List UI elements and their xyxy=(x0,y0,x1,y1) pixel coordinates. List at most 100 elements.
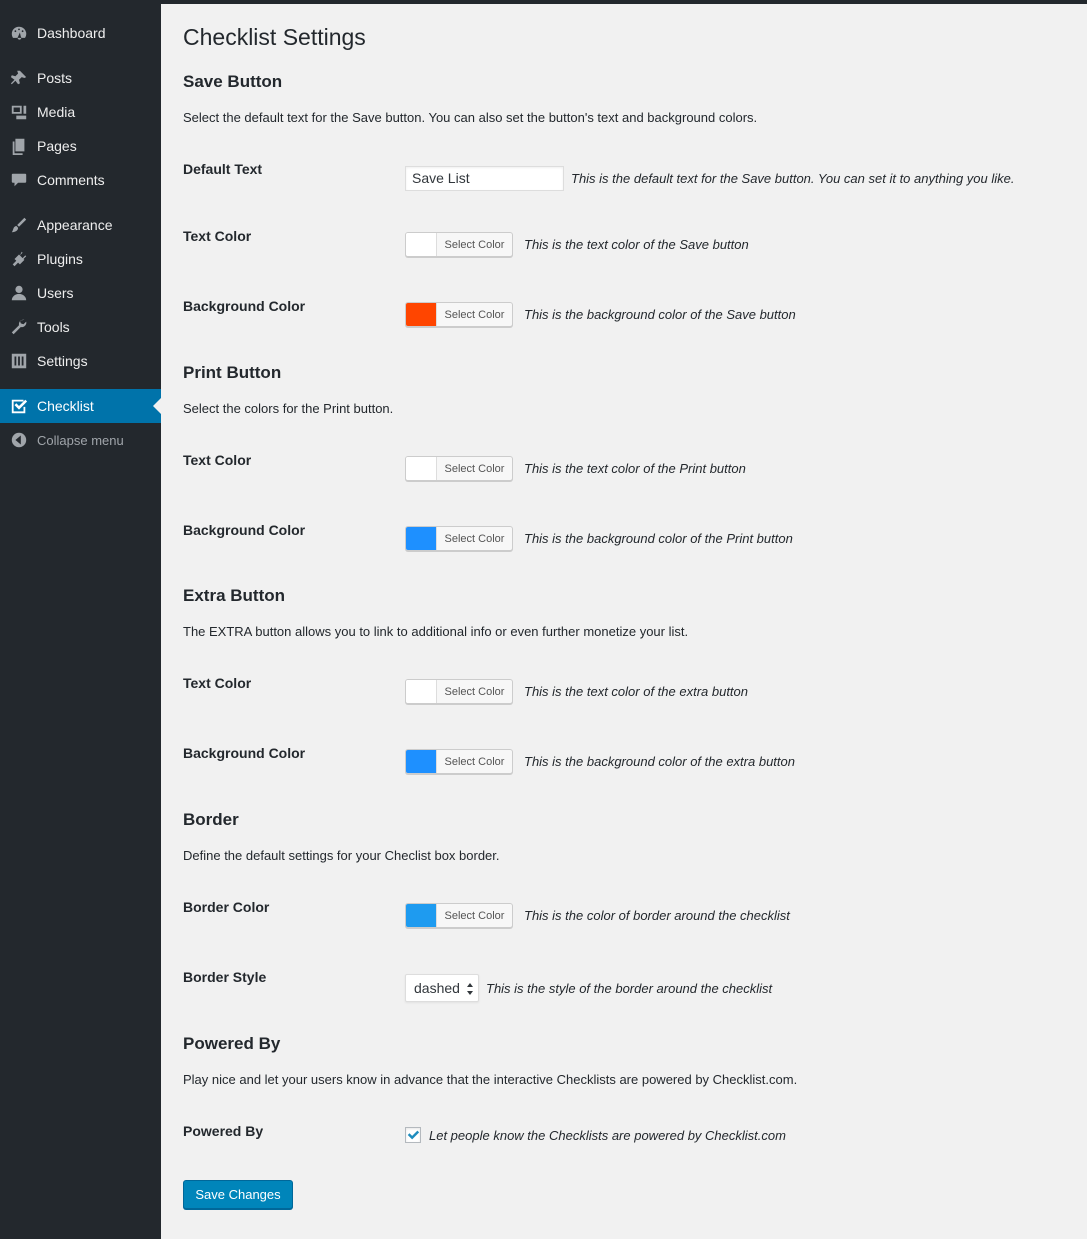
select-color-label: Select Color xyxy=(444,238,505,251)
print-bg-color-hint: This is the background color of the Prin… xyxy=(524,531,793,546)
default-text-row: Save List This is the default text for t… xyxy=(405,166,1014,191)
powered-by-checkbox[interactable] xyxy=(405,1127,421,1143)
save-text-color-picker[interactable]: Select Color xyxy=(405,232,513,257)
print-text-color-row: Select Color This is the text color of t… xyxy=(405,456,746,481)
sidebar-item-tools[interactable]: Tools xyxy=(0,310,161,344)
powered-by-section-heading: Powered By xyxy=(183,1034,281,1053)
sidebar-item-label: Checklist xyxy=(37,398,94,414)
select-color-label: Select Color xyxy=(444,462,505,475)
color-swatch xyxy=(406,303,437,326)
comment-icon xyxy=(10,171,28,189)
color-swatch xyxy=(406,527,437,550)
border-style-label: Border Style xyxy=(183,969,267,985)
sidebar-item-label: Collapse menu xyxy=(37,432,124,448)
default-text-label: Default Text xyxy=(183,161,263,177)
select-updown-icon xyxy=(467,983,473,995)
print-text-color-label: Text Color xyxy=(183,452,252,468)
powered-by-hint: Let people know the Checklists are power… xyxy=(429,1127,786,1143)
page-title: Checklist Settings xyxy=(183,24,366,50)
collapse-menu-button[interactable]: Collapse menu xyxy=(0,423,161,457)
default-text-input[interactable]: Save List xyxy=(405,166,564,191)
sidebar-item-label: Comments xyxy=(37,172,105,188)
border-color-label: Border Color xyxy=(183,899,270,915)
extra-text-color-hint: This is the text color of the extra butt… xyxy=(524,684,749,699)
sidebar-item-pages[interactable]: Pages xyxy=(0,129,161,163)
print-bg-color-row: Select Color This is the background colo… xyxy=(405,526,793,551)
select-color-label: Select Color xyxy=(444,308,505,321)
user-icon xyxy=(10,284,28,302)
color-swatch xyxy=(406,750,437,773)
border-color-picker[interactable]: Select Color xyxy=(405,903,513,928)
pin-icon xyxy=(10,69,28,87)
settings-form: Checklist Settings Save Button Select th… xyxy=(183,0,1073,1239)
color-swatch xyxy=(406,233,437,256)
admin-sidebar: Dashboard Posts Media Pages Comments App… xyxy=(0,0,161,1239)
print-bg-color-label: Background Color xyxy=(183,522,306,538)
brush-icon xyxy=(10,216,28,234)
extra-button-section-heading: Extra Button xyxy=(183,586,285,605)
sidebar-item-appearance[interactable]: Appearance xyxy=(0,208,161,242)
sliders-icon xyxy=(10,352,28,370)
select-color-label: Select Color xyxy=(444,755,505,768)
border-style-hint: This is the style of the border around t… xyxy=(486,980,773,996)
sidebar-lower xyxy=(0,465,161,1239)
print-text-color-picker[interactable]: Select Color xyxy=(405,456,513,481)
color-swatch xyxy=(406,457,437,480)
save-text-color-row: Select Color This is the text color of t… xyxy=(405,232,749,257)
select-color-label: Select Color xyxy=(444,532,505,545)
extra-text-color-label: Text Color xyxy=(183,675,252,691)
sidebar-item-media[interactable]: Media xyxy=(0,95,161,129)
sidebar-item-settings[interactable]: Settings xyxy=(0,344,161,378)
sidebar-item-label: Settings xyxy=(37,353,88,369)
border-style-select[interactable]: dashed xyxy=(405,974,479,1002)
border-color-hint: This is the color of border around the c… xyxy=(524,908,790,923)
checkbox-icon xyxy=(10,397,28,415)
sidebar-item-label: Dashboard xyxy=(37,25,106,41)
print-bg-color-picker[interactable]: Select Color xyxy=(405,526,513,551)
sidebar-item-dashboard[interactable]: Dashboard xyxy=(0,16,161,50)
powered-by-row: Let people know the Checklists are power… xyxy=(405,1127,786,1143)
sidebar-item-users[interactable]: Users xyxy=(0,276,161,310)
sidebar-item-plugins[interactable]: Plugins xyxy=(0,242,161,276)
print-section-description: Select the colors for the Print button. xyxy=(183,401,394,416)
select-color-label: Select Color xyxy=(444,685,505,698)
sidebar-item-label: Plugins xyxy=(37,251,83,267)
extra-bg-color-label: Background Color xyxy=(183,745,306,761)
save-bg-color-hint: This is the background color of the Save… xyxy=(524,307,796,322)
media-icon xyxy=(10,103,28,121)
powered-by-label: Powered By xyxy=(183,1123,264,1139)
extra-text-color-row: Select Color This is the text color of t… xyxy=(405,679,748,704)
sidebar-item-label: Users xyxy=(37,285,74,301)
pages-icon xyxy=(10,137,28,155)
border-section-heading: Border xyxy=(183,810,239,829)
color-swatch xyxy=(406,904,437,927)
dashboard-icon xyxy=(10,24,28,42)
border-section-description: Define the default settings for your Che… xyxy=(183,848,500,863)
save-changes-button[interactable]: Save Changes xyxy=(183,1180,293,1209)
print-text-color-hint: This is the text color of the Print butt… xyxy=(524,461,746,476)
collapse-icon xyxy=(10,431,28,449)
print-button-section-heading: Print Button xyxy=(183,363,282,382)
extra-bg-color-picker[interactable]: Select Color xyxy=(405,749,513,774)
sidebar-item-checklist[interactable]: Checklist xyxy=(0,389,161,423)
border-color-row: Select Color This is the color of border… xyxy=(405,903,790,928)
save-bg-color-picker[interactable]: Select Color xyxy=(405,302,513,327)
extra-bg-color-hint: This is the background color of the extr… xyxy=(524,754,795,769)
sidebar-item-posts[interactable]: Posts xyxy=(0,61,161,95)
sidebar-item-comments[interactable]: Comments xyxy=(0,163,161,197)
border-style-value: dashed xyxy=(414,980,460,996)
admin-menu: Dashboard Posts Media Pages Comments App… xyxy=(0,0,161,465)
save-text-color-label: Text Color xyxy=(183,228,252,244)
default-text-hint: This is the default text for the Save bu… xyxy=(571,171,1015,186)
checkmark-icon xyxy=(407,1130,420,1140)
color-swatch xyxy=(406,680,437,703)
active-indicator-arrow xyxy=(153,398,161,414)
border-style-row: dashed This is the style of the border a… xyxy=(405,974,772,1002)
extra-text-color-picker[interactable]: Select Color xyxy=(405,679,513,704)
sidebar-item-label: Posts xyxy=(37,70,73,86)
extra-bg-color-row: Select Color This is the background colo… xyxy=(405,749,795,774)
sidebar-item-label: Appearance xyxy=(37,217,113,233)
sidebar-item-label: Tools xyxy=(37,319,70,335)
extra-section-description: The EXTRA button allows you to link to a… xyxy=(183,624,689,639)
plug-icon xyxy=(10,250,28,268)
